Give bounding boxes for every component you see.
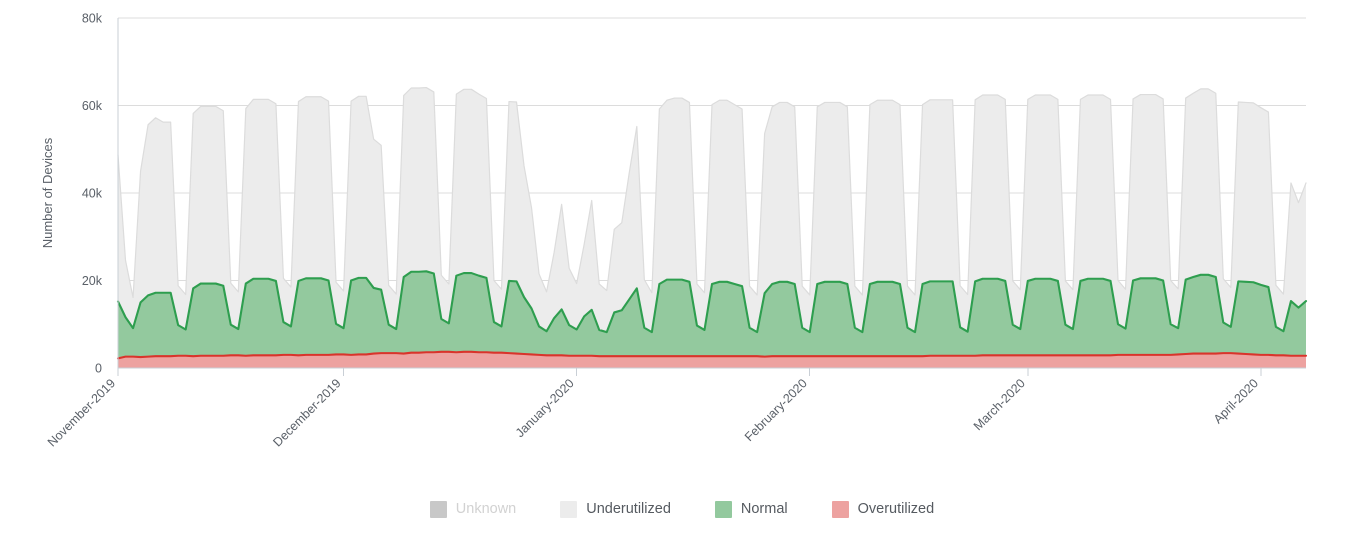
legend-item-underutilized[interactable]: Underutilized — [560, 500, 671, 518]
y-tick-labels-group: 0 20k 40k 60k 80k — [82, 12, 103, 376]
y-tick-label: 80k — [82, 12, 103, 26]
series-group — [116, 86, 1308, 368]
legend-swatch-unknown — [429, 500, 447, 518]
chart-legend: Unknown Underutilized Normal Overutilized — [0, 489, 1364, 529]
legend-label: Underutilized — [586, 500, 671, 517]
legend-swatch-overutilized — [831, 500, 849, 518]
y-tick-label: 20k — [82, 274, 103, 288]
legend-label: Normal — [740, 500, 788, 517]
legend-item-unknown[interactable]: Unknown — [429, 500, 517, 518]
legend-swatch-underutilized — [560, 500, 578, 518]
y-tick-label: 60k — [82, 99, 103, 113]
legend-item-normal[interactable]: Normal — [714, 500, 788, 518]
x-tick-label: January-2020 — [513, 376, 577, 440]
y-axis-title: Number of Devices — [40, 137, 55, 248]
legend-label: Overutilized — [857, 500, 935, 517]
x-tick-label: April-2020 — [1211, 376, 1261, 426]
x-tick-label: December-2019 — [270, 376, 343, 449]
x-tick-label: February-2020 — [742, 376, 810, 444]
y-tick-label: 40k — [82, 187, 103, 201]
legend-label: Unknown — [455, 500, 517, 517]
chart-plot-svg[interactable]: 0 20k 40k 60k 80k November-2019 December-2019… — [0, 0, 1364, 536]
y-tick-label: 0 — [95, 362, 102, 376]
y-axis-title-group: Number of Devices — [40, 137, 55, 248]
legend-item-overutilized[interactable]: Overutilized — [831, 500, 935, 518]
x-tick-label: March-2020 — [971, 376, 1028, 433]
x-tick-label: November-2019 — [45, 376, 118, 449]
legend-swatch-normal — [714, 500, 732, 518]
x-tick-labels-group: November-2019 December-2019 January-2020 Fe… — [45, 376, 1261, 449]
utilization-area-chart: 0 20k 40k 60k 80k November-2019 December-2019… — [0, 0, 1364, 536]
